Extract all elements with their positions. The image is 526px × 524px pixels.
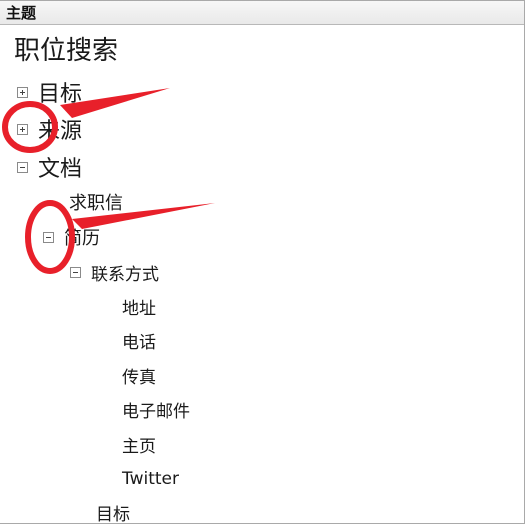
tree-node-label: 主页 — [122, 436, 156, 457]
tree-node-phone[interactable]: 电话 — [122, 325, 156, 355]
tree-node-label: 传真 — [122, 367, 156, 388]
expand-plus-icon[interactable] — [17, 86, 28, 98]
column-header[interactable]: 主题 — [0, 1, 524, 25]
tree-node-contact[interactable]: 联系方式 — [70, 257, 159, 287]
topic-tree-panel: 主题 职位搜索 目标 来源 文档 求职信 简历 联系方式 地址 电话 传真 电子… — [0, 0, 525, 524]
tree-node-goal[interactable]: 目标 — [17, 77, 82, 107]
tree-node-label: 简历 — [64, 228, 100, 249]
expand-plus-icon[interactable] — [17, 123, 28, 135]
tree-node-source[interactable]: 来源 — [17, 114, 82, 144]
tree-node-twitter[interactable]: Twitter — [122, 464, 179, 494]
tree-node-label: 地址 — [122, 298, 156, 319]
tree-node-label: 电话 — [122, 332, 156, 353]
tree-node-resume[interactable]: 简历 — [43, 222, 100, 252]
tree-node-label: 电子邮件 — [122, 401, 190, 422]
tree-node-label: 目标 — [38, 82, 83, 107]
collapse-minus-icon[interactable] — [17, 161, 28, 173]
tree-node-label: 求职信 — [69, 193, 123, 214]
collapse-minus-icon[interactable] — [43, 231, 54, 243]
tree-node-objective[interactable]: 目标 — [96, 497, 130, 524]
collapse-minus-icon[interactable] — [70, 266, 81, 278]
column-header-label: 主题 — [6, 4, 37, 22]
tree-node-documents[interactable]: 文档 — [17, 152, 82, 182]
tree-node-label: 联系方式 — [91, 264, 159, 285]
tree-node-address[interactable]: 地址 — [122, 291, 156, 321]
tree-node-cover-letter[interactable]: 求职信 — [69, 187, 123, 217]
tree-node-homepage[interactable]: 主页 — [122, 429, 156, 459]
tree-node-fax[interactable]: 传真 — [122, 360, 156, 390]
tree-node-label: 文档 — [38, 157, 83, 182]
tree-node-label: 来源 — [38, 119, 83, 144]
tree-root-title[interactable]: 职位搜索 — [14, 35, 118, 67]
tree-node-label: 目标 — [96, 504, 130, 524]
tree-node-email[interactable]: 电子邮件 — [122, 394, 190, 424]
tree-node-label: Twitter — [122, 469, 179, 489]
